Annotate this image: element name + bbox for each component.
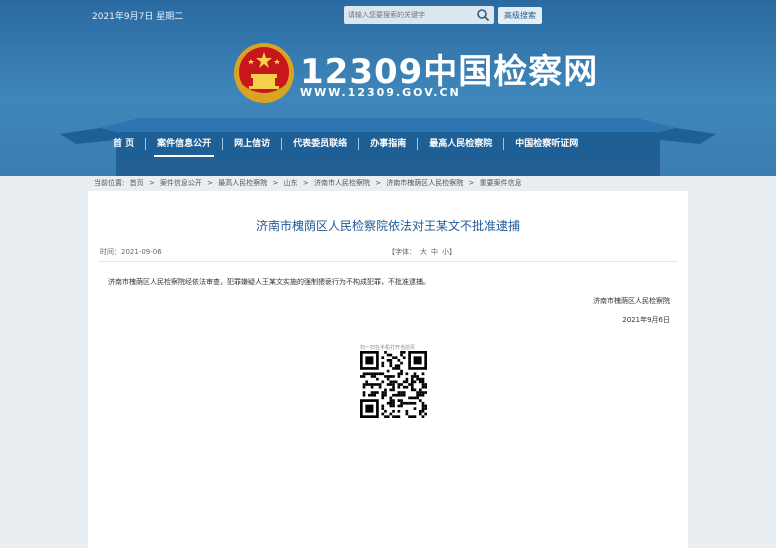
- article-panel: 济南市槐荫区人民检察院依法对王某文不批准逮捕 时间：2021-09-06 【字体…: [88, 191, 688, 548]
- font-size-medium[interactable]: 中: [431, 248, 438, 256]
- search-icon[interactable]: [476, 8, 490, 22]
- current-date: 2021年9月7日 星期二: [92, 12, 184, 22]
- article-body: 济南市槐荫区人民检察院经依法审查，犯罪嫌疑人王某文实施的强制猥亵行为不构成犯罪，…: [108, 278, 430, 286]
- breadcrumb-link[interactable]: 首页: [130, 179, 144, 187]
- nav-item-hearing-network[interactable]: 中国检察听证网: [504, 131, 589, 157]
- breadcrumb-separator: >: [302, 179, 309, 187]
- font-size-label: 【字体：: [388, 248, 416, 256]
- nav-item-service-guide[interactable]: 办事指南: [359, 131, 417, 157]
- font-size-small[interactable]: 小】: [442, 248, 456, 256]
- search-input[interactable]: [348, 8, 468, 22]
- qr-caption: 扫一扫在手机打开当前页: [360, 345, 416, 351]
- site-header: 2021年9月7日 星期二 高级搜索 12309中国检察网 WWW.12309.…: [0, 0, 776, 176]
- article-time: 时间：2021-09-06: [100, 248, 162, 256]
- font-size-selector: 【字体： 大中小】: [384, 247, 456, 257]
- breadcrumb-link[interactable]: 案件信息公开: [160, 179, 202, 187]
- article-title: 济南市槐荫区人民检察院依法对王某文不批准逮捕: [255, 219, 520, 233]
- breadcrumb-label: 当前位置:: [94, 179, 125, 187]
- breadcrumb-link[interactable]: 济南市槐荫区人民检察院: [386, 179, 463, 187]
- breadcrumb-separator: >: [375, 179, 382, 187]
- breadcrumb-link[interactable]: 山东: [284, 179, 298, 187]
- breadcrumb: 当前位置: 首页 > 案件信息公开 > 最高人民检察院 > 山东 > 济南市人民…: [94, 178, 525, 188]
- site-logo-url: WWW.12309.GOV.CN: [300, 86, 461, 99]
- nav-item-supreme-procuratorate[interactable]: 最高人民检察院: [418, 131, 503, 157]
- nav-item-online-petition[interactable]: 网上信访: [223, 131, 281, 157]
- article-signature: 济南市槐荫区人民检察院: [593, 297, 670, 305]
- breadcrumb-separator: >: [148, 179, 155, 187]
- qr-code-icon: [360, 351, 427, 418]
- nav-item-representative-liaison[interactable]: 代表委员联络: [282, 131, 358, 157]
- main-navigation: 首 页 案件信息公开 网上信访 代表委员联络 办事指南 最高人民检察院 中国检察…: [102, 131, 674, 157]
- breadcrumb-link[interactable]: 最高人民检察院: [218, 179, 267, 187]
- breadcrumb-link[interactable]: 济南市人民检察院: [314, 179, 370, 187]
- breadcrumb-separator: >: [272, 179, 279, 187]
- breadcrumb-link[interactable]: 重要案件信息: [480, 179, 522, 187]
- nav-item-case-info[interactable]: 案件信息公开: [146, 131, 222, 157]
- font-size-large[interactable]: 大: [420, 248, 427, 256]
- advanced-search-button[interactable]: 高级搜索: [498, 7, 542, 24]
- search-box[interactable]: [344, 6, 494, 24]
- breadcrumb-separator: >: [468, 179, 475, 187]
- divider: [98, 261, 678, 262]
- national-emblem-icon: [234, 43, 294, 103]
- breadcrumb-separator: >: [207, 179, 214, 187]
- nav-item-home[interactable]: 首 页: [102, 131, 145, 157]
- article-sign-date: 2021年9月6日: [622, 316, 670, 324]
